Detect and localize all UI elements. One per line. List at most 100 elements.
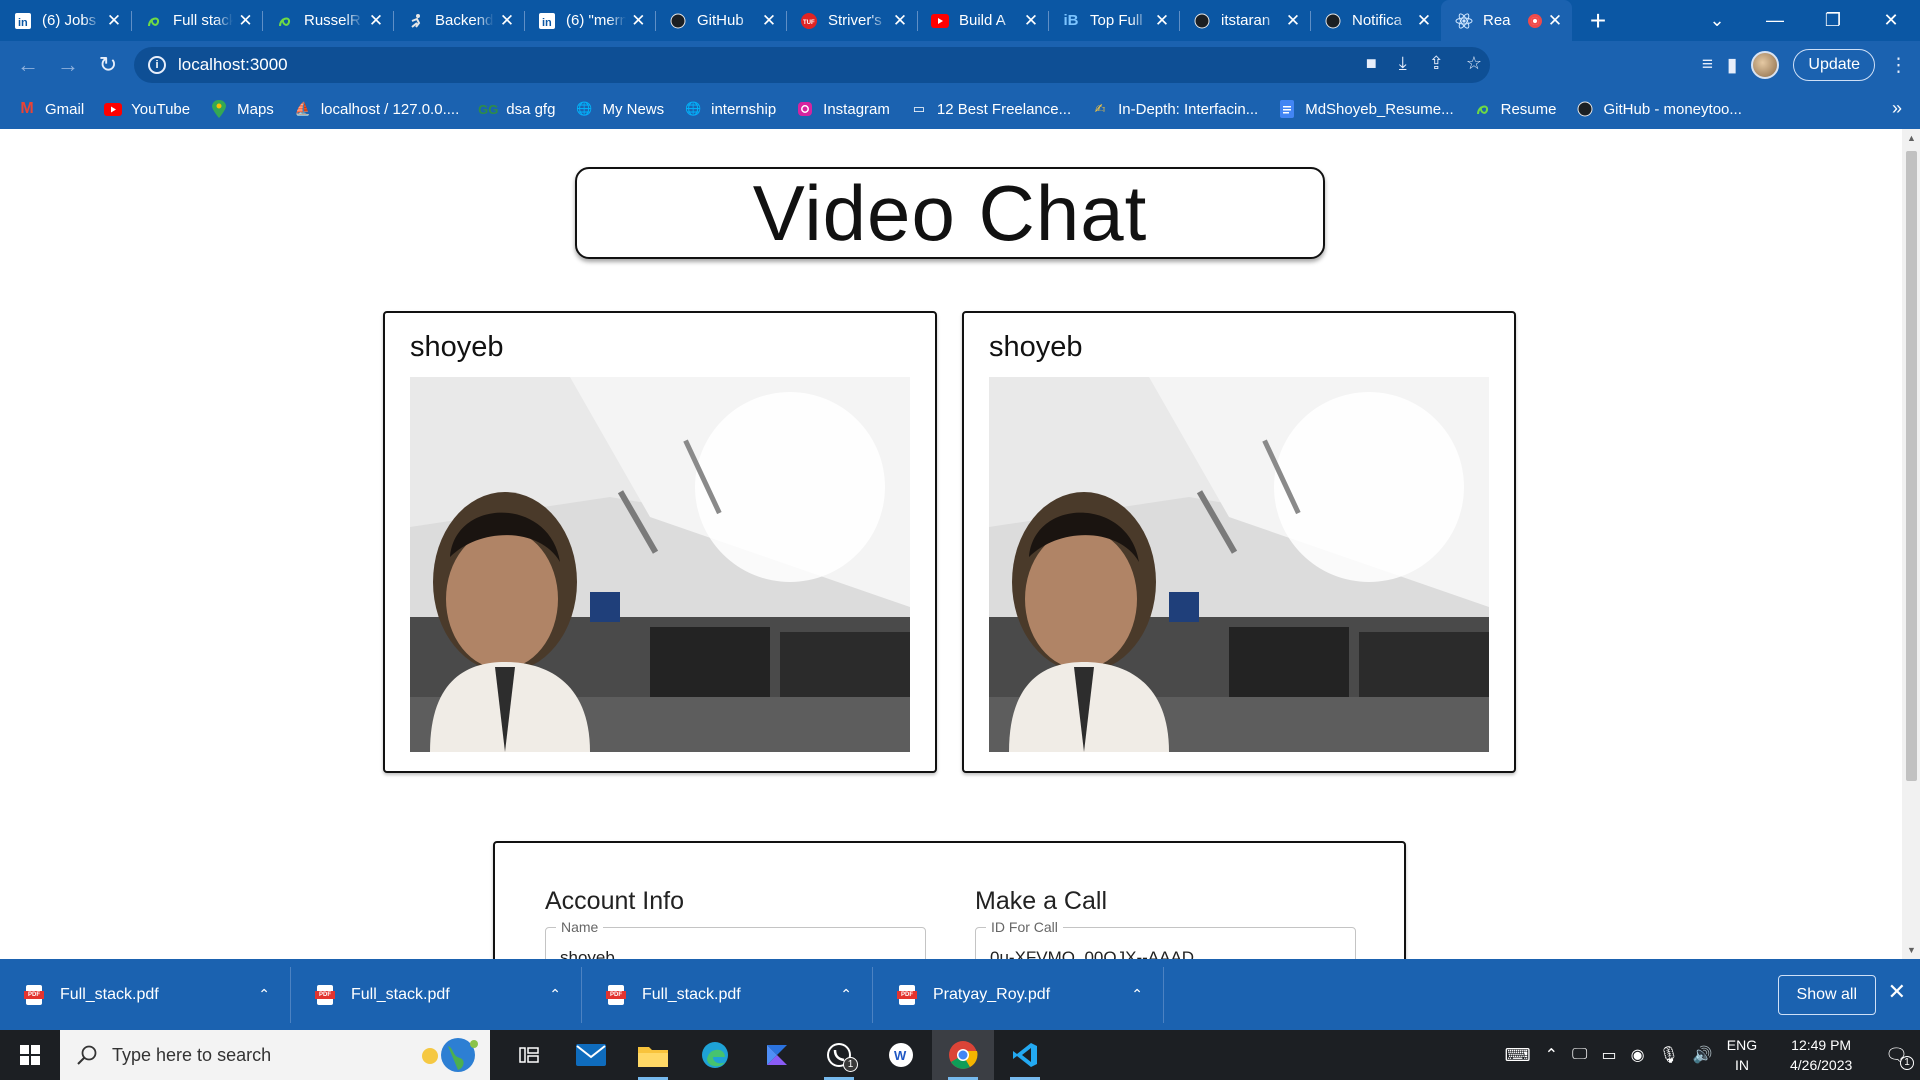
bookmark-item[interactable]: Maps [210,100,274,118]
microphone-icon[interactable]: 🎙 [1659,1045,1679,1065]
tab-close-icon[interactable]: ✕ [1284,11,1302,30]
download-item[interactable]: Full_stack.pdf ⌃ [291,966,582,1023]
more-menu-icon[interactable]: ⋮ [1889,54,1908,77]
battery-icon[interactable]: ▭ [1601,1045,1616,1065]
browser-tab-active[interactable]: Rea ✕ [1441,0,1572,41]
volume-icon[interactable]: 🔊 [1693,1045,1713,1065]
bookmark-item[interactable]: M Gmail [18,100,84,118]
bookmark-item[interactable]: ✍ In-Depth: Interfacin... [1091,100,1259,118]
tab-search-icon[interactable]: ⌄ [1688,10,1746,31]
windows-start-button[interactable] [0,1030,60,1080]
forward-button[interactable]: → [48,45,88,85]
side-panel-icon[interactable]: ▮ [1727,54,1737,77]
browser-tab[interactable]: Notifica ✕ [1310,0,1441,41]
chevron-up-icon[interactable]: ⌃ [549,986,561,1003]
bookmark-item[interactable]: Instagram [796,100,890,118]
tab-close-icon[interactable]: ✕ [498,11,516,30]
install-app-icon[interactable]: ⤓ [1399,53,1407,74]
show-hidden-icons-icon[interactable]: ⌃ [1545,1045,1558,1065]
bookmarks-overflow-icon[interactable]: » [1892,98,1902,119]
tab-close-icon[interactable]: ✕ [237,11,254,30]
restore-icon[interactable]: ❐ [1804,10,1862,31]
scroll-up-icon[interactable]: ▲ [1907,133,1916,143]
webcam-icon[interactable]: ◉ [1631,1045,1645,1065]
network-icon[interactable]: 🖵 [1572,1046,1587,1064]
reading-list-icon[interactable]: ≡ [1702,54,1713,76]
chevron-up-icon[interactable]: ⌃ [258,986,270,1003]
file-explorer-icon[interactable] [622,1030,684,1080]
site-icon: ▭ [912,101,926,116]
browser-tab[interactable]: TUF Striver's ✕ [786,0,917,41]
chevron-up-icon[interactable]: ⌃ [840,986,852,1003]
name-field[interactable]: Name [545,919,926,959]
close-download-shelf-icon[interactable]: ✕ [1888,979,1906,1005]
show-all-button[interactable]: Show all [1777,975,1876,1015]
browser-tab[interactable]: in (6) Jobs ✕ [0,0,131,41]
tab-close-icon[interactable]: ✕ [1153,11,1171,30]
tab-close-icon[interactable]: ✕ [105,11,123,30]
tab-close-icon[interactable]: ✕ [1415,11,1433,30]
profile-avatar[interactable] [1751,51,1780,79]
task-view-icon[interactable] [498,1030,560,1080]
download-item[interactable]: Full_stack.pdf ⌃ [582,966,873,1023]
browser-tab[interactable]: Build A ✕ [917,0,1048,41]
back-button[interactable]: ← [8,45,48,85]
bookmark-star-icon[interactable]: ☆ [1466,53,1482,74]
browser-tab[interactable]: RusselR ✕ [262,0,393,41]
chrome-icon[interactable] [932,1030,994,1080]
tab-close-icon[interactable]: ✕ [630,11,647,30]
bookmark-item[interactable]: ▭ 12 Best Freelance... [910,100,1071,118]
bookmark-item[interactable]: 🌐 internship [684,100,776,118]
browser-tab[interactable]: GitHub ✕ [655,0,786,41]
minimize-icon[interactable]: — [1746,10,1804,31]
taskbar-search-box[interactable]: Type here to search [60,1030,490,1080]
browser-tab[interactable]: itstaran ✕ [1179,0,1310,41]
scrollbar-thumb[interactable] [1906,151,1917,781]
whatsapp-icon[interactable]: 1 [808,1030,870,1080]
update-button[interactable]: Update [1793,49,1875,81]
browser-tab[interactable]: iB Top Full ✕ [1048,0,1179,41]
tab-close-icon[interactable]: ✕ [367,11,385,30]
edge-icon[interactable] [684,1030,746,1080]
download-item[interactable]: Full_stack.pdf ⌃ [0,966,291,1023]
browser-tab[interactable]: in (6) "mern ✕ [524,0,655,41]
gmail-icon: M [20,100,34,117]
tab-close-icon[interactable]: ✕ [1546,11,1564,30]
power-automate-icon[interactable] [746,1030,808,1080]
taskbar-clock[interactable]: 12:49 PM 4/26/2023 [1771,1035,1871,1075]
tab-title: (6) "mern [566,12,626,29]
keyboard-icon[interactable]: ⌨ [1505,1045,1531,1066]
chevron-up-icon[interactable]: ⌃ [1131,986,1143,1003]
bookmark-item[interactable]: MdShoyeb_Resume... [1278,100,1454,118]
call-id-field[interactable]: ID For Call [975,919,1356,959]
notification-center-icon[interactable]: 🗨 1 [1885,1045,1914,1070]
bookmark-item[interactable]: ⛵ localhost / 127.0.0.... [294,100,460,118]
tab-close-icon[interactable]: ✕ [760,11,778,30]
tab-title: Build A [959,12,1006,29]
download-item[interactable]: Pratyay_Roy.pdf ⌃ [873,966,1164,1023]
name-input[interactable] [560,948,900,959]
tab-close-icon[interactable]: ✕ [891,11,909,30]
share-icon[interactable]: ⇪ [1429,53,1444,74]
browser-tab[interactable]: Full stack ✕ [131,0,262,41]
scroll-down-icon[interactable]: ▼ [1907,945,1916,955]
site-info-icon[interactable]: i [148,56,166,74]
bookmark-item[interactable]: 🌐 My News [575,100,664,118]
new-tab-button[interactable]: + [1578,0,1618,41]
vscode-icon[interactable] [994,1030,1056,1080]
browser-tab[interactable]: Backend ✕ [393,0,524,41]
reload-button[interactable]: ↻ [88,45,128,85]
wordpad-icon[interactable]: W [870,1030,932,1080]
mail-icon[interactable] [560,1030,622,1080]
bookmark-item[interactable]: GG dsa gfg [478,100,555,118]
call-id-input[interactable] [990,948,1330,959]
tab-close-icon[interactable]: ✕ [1022,11,1040,30]
address-bar[interactable]: i localhost:3000 ■ ⤓ ⇪ ☆ [134,47,1490,83]
camera-in-use-icon[interactable]: ■ [1366,53,1377,74]
close-window-icon[interactable]: ✕ [1862,10,1920,31]
bookmark-item[interactable]: Resume [1474,100,1556,118]
page-scrollbar[interactable]: ▲ ▼ [1902,129,1920,959]
bookmark-item[interactable]: GitHub - moneytoo... [1576,100,1742,118]
language-indicator[interactable]: ENG IN [1727,1035,1757,1075]
bookmark-item[interactable]: YouTube [104,100,190,118]
